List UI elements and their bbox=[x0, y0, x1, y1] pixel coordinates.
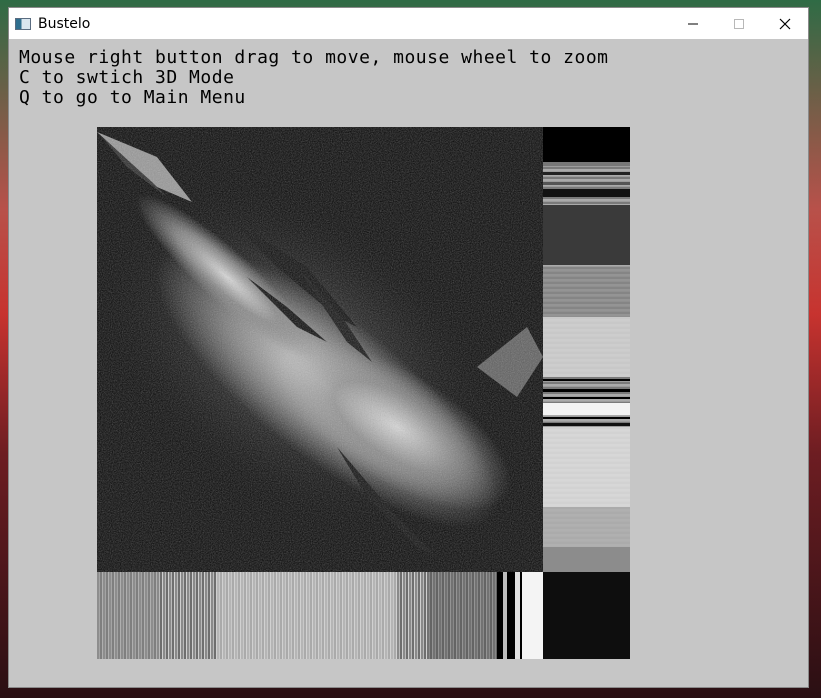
instruction-main-menu: Q to go to Main Menu bbox=[19, 87, 246, 108]
density-visualization[interactable] bbox=[97, 127, 630, 659]
instruction-move-zoom: Mouse right button drag to move, mouse w… bbox=[19, 47, 609, 68]
minimize-icon bbox=[688, 23, 698, 24]
maximize-button[interactable] bbox=[716, 8, 762, 39]
density-plot-canvas bbox=[97, 127, 543, 572]
instruction-3d-mode: C to swtich 3D Mode bbox=[19, 67, 235, 88]
close-icon bbox=[779, 18, 791, 29]
window-controls bbox=[670, 8, 808, 39]
x-marginal-canvas bbox=[97, 572, 543, 659]
app-window: Bustelo Mouse right button drag to move,… bbox=[8, 7, 809, 688]
client-area[interactable]: Mouse right button drag to move, mouse w… bbox=[9, 39, 808, 687]
maximize-icon bbox=[734, 18, 744, 29]
title-bar[interactable]: Bustelo bbox=[9, 8, 808, 39]
x-marginal-histogram bbox=[97, 572, 543, 659]
window-title: Bustelo bbox=[38, 15, 91, 32]
y-marginal-histogram bbox=[543, 127, 630, 572]
density-plot[interactable] bbox=[97, 127, 543, 572]
instructions-text: Mouse right button drag to move, mouse w… bbox=[19, 48, 609, 108]
histogram-corner bbox=[543, 572, 630, 659]
app-window-icon bbox=[15, 17, 31, 30]
close-button[interactable] bbox=[762, 8, 808, 39]
minimize-button[interactable] bbox=[670, 8, 716, 39]
y-marginal-canvas bbox=[543, 127, 630, 572]
